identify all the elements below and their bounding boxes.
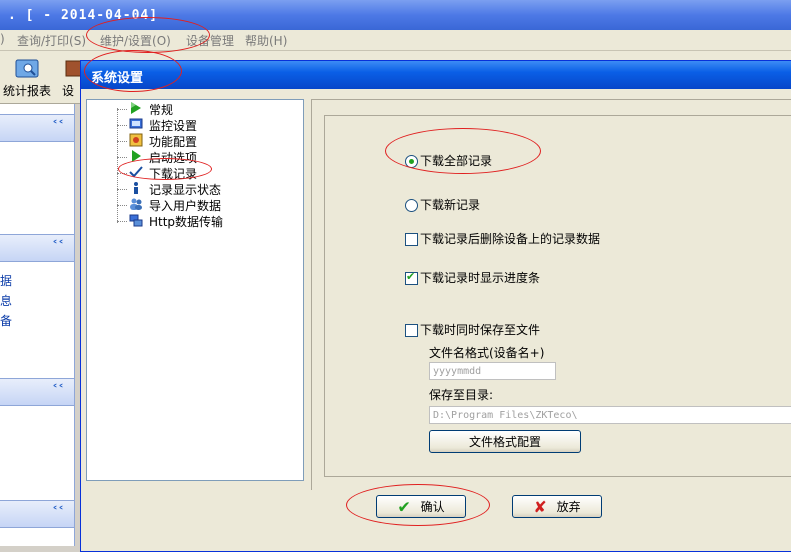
checkmark-icon xyxy=(129,166,143,178)
filename-format-input[interactable]: yyyymmdd xyxy=(429,362,556,380)
chevron-up-icon[interactable]: ˂˂ xyxy=(52,383,64,397)
tree-branch xyxy=(117,189,127,190)
show-progress-checkbox[interactable]: ✔ xyxy=(405,270,418,285)
show-progress-label[interactable]: 下载记录时显示进度条 xyxy=(420,269,540,286)
delete-after-download-label[interactable]: 下载记录后删除设备上的记录数据 xyxy=(420,230,600,247)
delete-after-download-checkbox[interactable] xyxy=(405,233,418,246)
report-icon xyxy=(15,59,39,78)
chevron-up-icon[interactable]: ˂˂ xyxy=(52,505,64,519)
menu-bar: ) 查询/打印(S) 维护/设置(O) 设备管理 帮助(H) xyxy=(0,30,791,51)
settings-tree: 常规 监控设置 功能配置 启动选项 下载记录 记录显示状态 导入用户数据 Htt… xyxy=(86,99,304,481)
check-icon: ✔ xyxy=(397,497,411,517)
radio-selected-dot xyxy=(409,159,414,164)
sidebar-section-header[interactable]: ˂˂ xyxy=(0,378,74,406)
sidebar-section-header[interactable]: ˂˂ xyxy=(0,500,74,528)
sidebar-section-header[interactable]: ˂˂ xyxy=(0,234,74,262)
download-new-label[interactable]: 下载新记录 xyxy=(420,196,480,213)
green-arrow-icon xyxy=(131,102,141,114)
sidebar-link[interactable]: 息 xyxy=(0,292,12,309)
tree-branch xyxy=(117,141,127,142)
app-title: . [ - 2014-04-04] xyxy=(8,8,159,23)
tree-item-label: 启动选项 xyxy=(149,151,198,165)
chevron-up-icon[interactable]: ˂˂ xyxy=(52,119,64,133)
menu-item-device-management[interactable]: 设备管理 xyxy=(186,32,234,49)
config-icon xyxy=(129,133,143,147)
monitor-icon xyxy=(129,118,143,129)
save-to-file-label[interactable]: 下载时同时保存至文件 xyxy=(420,321,540,338)
report-button[interactable]: 统计报表 xyxy=(0,55,54,101)
dialog-title: 系统设置 xyxy=(91,71,144,86)
filename-format-label: 文件名格式(设备名+) xyxy=(429,346,545,360)
menu-item-query-print[interactable]: 查询/打印(S) xyxy=(17,32,86,49)
sidebar-section-header[interactable]: ˂˂ xyxy=(0,114,74,142)
device-button[interactable]: 设 xyxy=(62,55,83,101)
tree-item-label: Http数据传输 xyxy=(149,215,224,229)
tree-item-label: 常规 xyxy=(149,103,174,117)
file-format-config-button[interactable]: 文件格式配置 xyxy=(429,430,581,453)
tree-branch xyxy=(117,173,127,174)
sidebar-link[interactable]: 据 xyxy=(0,272,12,289)
settings-dialog: 系统设置 常规 监控设置 功能配置 启动选项 下载记录 记录显示状态 导入用户数… xyxy=(80,60,791,552)
tree-item-label: 导入用户数据 xyxy=(149,199,222,213)
report-label: 统计报表 xyxy=(2,84,51,98)
save-directory-label: 保存至目录: xyxy=(429,388,494,402)
download-options-group: 下载全部记录 下载新记录 下载记录后删除设备上的记录数据 ✔ 下载记录时显示进度… xyxy=(324,115,791,477)
network-icon xyxy=(129,214,143,227)
info-icon xyxy=(134,182,138,194)
download-all-label[interactable]: 下载全部记录 xyxy=(420,152,492,169)
menu-item-help[interactable]: 帮助(H) xyxy=(245,32,287,49)
dialog-title-bar[interactable]: 系统设置 xyxy=(81,61,791,89)
tree-item-label: 功能配置 xyxy=(149,135,198,149)
save-directory-input[interactable]: D:\Program Files\ZKTeco\ xyxy=(429,406,791,424)
tree-branch xyxy=(117,109,127,110)
cancel-button[interactable]: ✘ 放弃 xyxy=(512,495,602,518)
checkmark-icon: ✔ xyxy=(406,270,416,283)
users-icon xyxy=(130,198,142,210)
tree-branch xyxy=(117,125,127,126)
download-all-radio[interactable] xyxy=(405,155,418,168)
tree-item-label: 监控设置 xyxy=(149,119,198,133)
tree-branch xyxy=(117,221,127,222)
tree-item-label: 记录显示状态 xyxy=(149,183,222,197)
chevron-up-icon[interactable]: ˂˂ xyxy=(52,239,64,253)
device-label: 设 xyxy=(62,84,75,98)
download-new-radio[interactable] xyxy=(405,199,418,212)
confirm-button[interactable]: ✔ 确认 xyxy=(376,495,466,518)
sidebar: ˂˂ ˂˂ 据 息 备 ˂˂ ˂˂ xyxy=(0,104,75,546)
confirm-label: 确认 xyxy=(420,500,445,514)
tree-branch xyxy=(117,157,127,158)
save-to-file-checkbox[interactable] xyxy=(405,324,418,337)
tree-branch xyxy=(117,205,127,206)
x-icon: ✘ xyxy=(533,497,547,517)
options-panel: 下载全部记录 下载新记录 下载记录后删除设备上的记录数据 ✔ 下载记录时显示进度… xyxy=(311,99,791,490)
play-icon xyxy=(132,150,141,162)
menu-item-partial[interactable]: ) xyxy=(0,32,5,46)
cancel-label: 放弃 xyxy=(556,500,581,514)
app-title-bar: . [ - 2014-04-04] xyxy=(0,0,791,30)
tree-item-label: 下载记录 xyxy=(149,167,198,181)
menu-item-maintenance-settings[interactable]: 维护/设置(O) xyxy=(100,32,171,49)
sidebar-link[interactable]: 备 xyxy=(0,312,12,329)
